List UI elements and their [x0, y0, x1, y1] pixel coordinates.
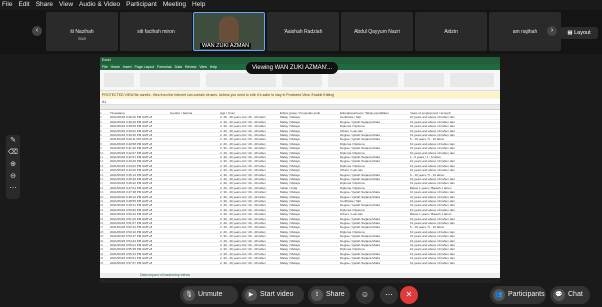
- table-cell[interactable]: 2. 30 - 40 years old / 30 - 40 tahun: [220, 261, 278, 265]
- styles-group: [328, 73, 398, 87]
- participant-video: [219, 16, 239, 42]
- microphone-muted-icon: 🎙: [183, 289, 195, 301]
- smile-icon: ☺: [360, 290, 370, 299]
- layout-button[interactable]: ▦ Layout: [560, 27, 598, 39]
- meeting-controls: 🎙 Unmute ▶ Start video ⇪ Share ☺ ⋯ ✕ 👥 Parti…: [0, 283, 602, 307]
- ribbon-tab-review[interactable]: Review: [185, 65, 196, 69]
- table-cell[interactable]: 10 years and above 10 tahun dan: [410, 261, 500, 265]
- menu-help[interactable]: Help: [192, 0, 205, 10]
- more-button[interactable]: ⋯: [380, 286, 398, 304]
- ribbon-tab-formulas[interactable]: Formulas: [157, 65, 172, 69]
- table-row[interactable]: 35 2021/06/18 3:57:27 PM GMT+8 2. 30 - 40 …: [100, 261, 500, 265]
- more-icon: ⋯: [385, 290, 393, 299]
- participant-tile[interactable]: iti Nazihah Sue: [46, 12, 118, 51]
- sheet-tab[interactable]: Data impact of leadership behav: [140, 273, 190, 277]
- zoom-out-icon[interactable]: ⊖: [6, 171, 20, 183]
- name-box[interactable]: A1: [102, 100, 106, 104]
- ribbon-tab-page-layout[interactable]: Page Layout: [135, 65, 155, 69]
- reactions-button[interactable]: ☺: [356, 286, 374, 304]
- ribbon-tab-view[interactable]: View: [199, 65, 207, 69]
- menu-bar: File Edit Share View Audio & Video Parti…: [0, 0, 602, 10]
- participants-label: Participants: [508, 291, 545, 298]
- participant-name: iti Nazihah: [70, 29, 94, 35]
- participant-tile[interactable]: siti facihah miron: [120, 12, 192, 51]
- menu-participant[interactable]: Participant: [126, 0, 157, 10]
- people-icon: 👥: [493, 289, 505, 301]
- more-icon[interactable]: ⋯: [6, 183, 20, 195]
- participant-tile[interactable]: Abdul Qayyum Nazri: [341, 12, 413, 51]
- alignment-group: [206, 73, 276, 87]
- unmute-label: Unmute: [198, 291, 223, 298]
- share-label: Share: [326, 291, 345, 298]
- editing-group: [450, 73, 494, 87]
- shared-screen: Excel File Home Insert Page Layout Formu…: [100, 57, 500, 283]
- menu-edit[interactable]: Edit: [18, 0, 29, 10]
- menu-view[interactable]: View: [59, 0, 73, 10]
- pen-icon[interactable]: ✎: [6, 135, 20, 147]
- zoom-meeting-window: File Edit Share View Audio & Video Parti…: [0, 0, 602, 307]
- clipboard-group: [104, 73, 134, 87]
- share-screen-icon: ⇪: [311, 289, 323, 301]
- chat-button[interactable]: 💬 Chat: [550, 286, 590, 304]
- end-meeting-button[interactable]: ✕: [400, 286, 418, 304]
- viewing-banner[interactable]: Viewing WAN ZUKI AZMAN'...: [246, 62, 339, 74]
- menu-audio-video[interactable]: Audio & Video: [79, 0, 120, 10]
- start-video-button[interactable]: ▶ Start video: [242, 286, 304, 304]
- chat-label: Chat: [568, 291, 583, 298]
- participant-gallery: ‹ iti Nazihah Sue siti facihah miron WAN…: [0, 10, 602, 54]
- chevron-left-icon[interactable]: ‹: [32, 26, 42, 36]
- ribbon-tab-home[interactable]: Home: [111, 65, 120, 69]
- participants-button[interactable]: 👥 Participants: [490, 286, 546, 304]
- participant-name: Aidzin: [444, 29, 458, 35]
- participant-tile-active-speaker[interactable]: WAN ZUKI AZMAN: [193, 12, 265, 51]
- zoom-in-icon[interactable]: ⊕: [6, 159, 20, 171]
- number-group: [282, 73, 322, 87]
- column-headers: [100, 105, 500, 110]
- ribbon-tab-help[interactable]: Help: [210, 65, 217, 69]
- row-number: 35: [100, 260, 104, 265]
- font-group: [140, 73, 200, 87]
- protected-view-warning: PROTECTED VIEW Be careful - files from t…: [100, 92, 500, 98]
- eraser-icon[interactable]: ⌫: [6, 147, 20, 159]
- chevron-right-icon[interactable]: ›: [547, 26, 557, 36]
- participant-tile[interactable]: 'Aaishah Radziah: [267, 12, 339, 51]
- camera-off-icon: ▶: [245, 289, 257, 301]
- share-button[interactable]: ⇪ Share: [308, 286, 350, 304]
- participant-name: Abdul Qayyum Nazri: [354, 29, 400, 35]
- spreadsheet-grid[interactable]: 1 Timestamp Gender / Jantina Age / Umur Ethn…: [100, 105, 500, 273]
- chat-icon: 💬: [553, 289, 565, 301]
- cells-group: [404, 73, 444, 87]
- menu-file[interactable]: File: [2, 0, 12, 10]
- participant-subtitle: Sue: [77, 36, 86, 41]
- menu-meeting[interactable]: Meeting: [163, 0, 186, 10]
- participant-name: siti facihah miron: [137, 29, 175, 35]
- ribbon-tab-file[interactable]: File: [102, 65, 108, 69]
- close-icon: ✕: [405, 290, 413, 299]
- participant-tile[interactable]: Aidzin: [415, 12, 487, 51]
- menu-share[interactable]: Share: [36, 0, 53, 10]
- table-cell[interactable]: 2021/06/18 3:57:27 PM GMT+8: [110, 261, 168, 265]
- start-video-label: Start video: [260, 291, 294, 298]
- participant-name: WAN ZUKI AZMAN: [200, 43, 252, 49]
- table-cell[interactable]: Degree / Ijazah Sarjana Muda: [340, 261, 408, 265]
- annotation-toolbar: ✎ ⌫ ⊕ ⊖ ⋯: [6, 135, 20, 199]
- unmute-button[interactable]: 🎙 Unmute: [180, 286, 238, 304]
- table-cell[interactable]: Malay / Melayu: [280, 261, 338, 265]
- ribbon-tab-insert[interactable]: Insert: [123, 65, 132, 69]
- layout-label: Layout: [574, 30, 591, 36]
- participant-name: 'Aaishah Radziah: [283, 29, 323, 35]
- ribbon-tab-data[interactable]: Data: [175, 65, 182, 69]
